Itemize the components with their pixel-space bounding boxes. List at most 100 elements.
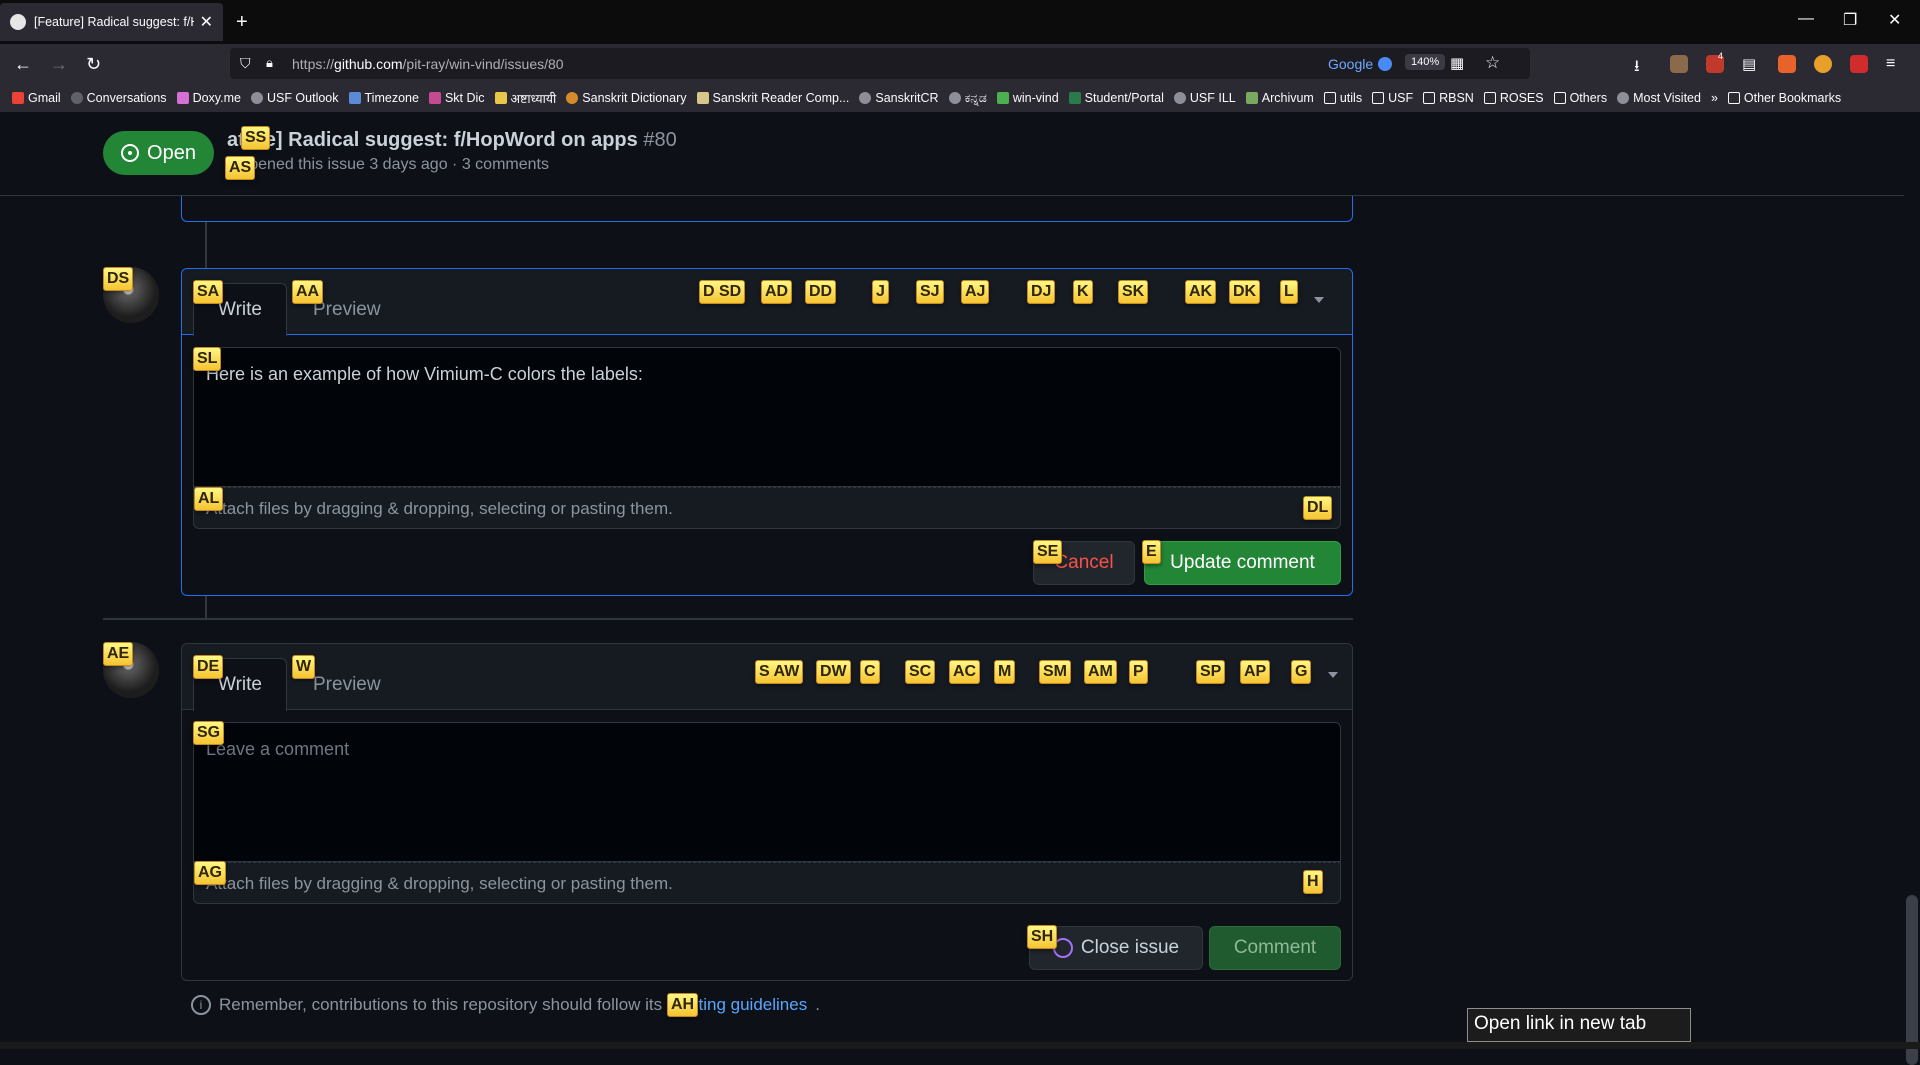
- menu-icon[interactable]: ≡: [1886, 55, 1904, 73]
- vimium-hint: SP: [1196, 660, 1226, 684]
- link-tooltip: Open link in new tab: [1467, 1008, 1691, 1042]
- issue-open-icon: [121, 144, 140, 162]
- bookmark-item[interactable]: SanskritCR: [859, 91, 939, 105]
- vimium-hint: M: [994, 660, 1016, 684]
- update-comment-button[interactable]: Update comment: [1144, 541, 1341, 585]
- bookmark-item[interactable]: Conversations: [70, 91, 167, 105]
- bookmark-folder[interactable]: ROSES: [1483, 91, 1544, 105]
- issue-state-label: Open: [147, 141, 196, 164]
- bookmarks-overflow-icon[interactable]: »: [1711, 91, 1718, 105]
- bookmark-item[interactable]: Archivum: [1245, 91, 1314, 105]
- bookmark-folder[interactable]: USF: [1372, 91, 1413, 105]
- restore-icon[interactable]: ❐: [1843, 10, 1857, 30]
- vimium-hint: P: [1129, 660, 1148, 684]
- bookmark-item[interactable]: USF ILL: [1173, 91, 1236, 105]
- vimium-hint: AJ: [961, 280, 990, 304]
- bookmark-item[interactable]: Doxy.me: [176, 91, 241, 105]
- window-close-icon[interactable]: ✕: [1888, 10, 1901, 30]
- bookmark-item[interactable]: अष्टाध्यायी: [494, 90, 556, 107]
- extension-vimium-icon[interactable]: [1850, 55, 1868, 73]
- vimium-hint: SG: [193, 721, 225, 745]
- bookmark-item[interactable]: Sanskrit Reader Comp...: [696, 91, 849, 105]
- vimium-hint: W: [292, 655, 316, 679]
- scrollbar-thumb[interactable]: [1906, 895, 1918, 1065]
- vimium-hint: DJ: [1027, 280, 1056, 304]
- vimium-hint: SL: [193, 347, 222, 371]
- bookmark-item[interactable]: Gmail: [12, 91, 61, 105]
- vimium-hint: AL: [194, 487, 224, 511]
- vimium-hint: AE: [103, 642, 134, 666]
- issue-state-badge: Open: [103, 131, 214, 175]
- vimium-hint: DK: [1229, 280, 1261, 304]
- bookmark-item[interactable]: Skt Dic: [428, 91, 485, 105]
- saved-replies-caret-icon[interactable]: [1314, 297, 1324, 303]
- vimium-hint: SK: [1118, 280, 1149, 304]
- vimium-hint: DS: [103, 267, 134, 291]
- tracking-shield-icon[interactable]: ⛉: [240, 55, 251, 72]
- bookmark-item[interactable]: USF Outlook: [250, 91, 339, 105]
- zoom-level[interactable]: 140%: [1405, 54, 1446, 70]
- extension-tampermonkey-icon[interactable]: [1814, 55, 1832, 73]
- bookmark-folder[interactable]: RBSN: [1423, 91, 1474, 105]
- new-comment-textarea[interactable]: Leave a comment: [193, 722, 1341, 862]
- search-engine-icon[interactable]: [1378, 57, 1392, 71]
- vimium-hint: H: [1303, 870, 1323, 894]
- new-comment-box: Write Preview Leave a comment Attach fil…: [181, 643, 1353, 981]
- vimium-hint: SE: [1033, 540, 1063, 564]
- vimium-hint: SS: [241, 126, 271, 150]
- url-bar[interactable]: ⛉ 🔒︎ https://github.com/pit-ray/win-vind…: [230, 48, 1530, 79]
- vimium-hint: DW: [816, 660, 851, 684]
- vimium-hint: AP: [1240, 660, 1271, 684]
- timeline-line: [205, 222, 207, 268]
- comment-button[interactable]: Comment: [1209, 926, 1341, 970]
- bookmark-item[interactable]: Student/Portal: [1068, 91, 1164, 105]
- vimium-hint: C: [860, 660, 880, 684]
- tab-preview[interactable]: Preview: [313, 299, 381, 321]
- bookmark-item[interactable]: ಕನ್ನಡ: [948, 91, 987, 106]
- bookmark-folder[interactable]: Most Visited: [1617, 91, 1701, 105]
- tab-preview[interactable]: Preview: [313, 674, 381, 696]
- minimize-icon[interactable]: —: [1798, 10, 1814, 28]
- extensions-icon[interactable]: ▤: [1742, 55, 1760, 73]
- attach-files-hint[interactable]: Attach files by dragging & dropping, sel…: [193, 487, 1341, 529]
- attach-files-hint[interactable]: Attach files by dragging & dropping, sel…: [193, 862, 1341, 904]
- bookmark-folder[interactable]: Other Bookmarks: [1727, 91, 1841, 105]
- vimium-hint: AK: [1185, 280, 1217, 304]
- close-issue-label: Close issue: [1080, 937, 1180, 958]
- bookmark-item[interactable]: win-vind: [996, 91, 1059, 105]
- bookmark-item[interactable]: Timezone: [348, 91, 419, 105]
- url-text[interactable]: https://github.com/pit-ray/win-vind/issu…: [292, 56, 564, 72]
- bookmark-folder[interactable]: Others: [1553, 91, 1607, 105]
- lock-icon[interactable]: 🔒︎: [266, 55, 273, 71]
- navigation-bar: ← → ↻ ⛉ 🔒︎ https://github.com/pit-ray/wi…: [0, 44, 1920, 84]
- info-icon: i: [191, 995, 211, 1015]
- timeline-separator: [103, 618, 1353, 620]
- vimium-hint: AS: [225, 156, 256, 180]
- forward-icon[interactable]: →: [50, 54, 68, 75]
- new-tab-button[interactable]: +: [236, 11, 248, 34]
- extension-icon[interactable]: [1670, 55, 1688, 73]
- tab-bar: [Feature] Radical suggest: f/HopWord on …: [0, 0, 1920, 44]
- browser-tab[interactable]: [Feature] Radical suggest: f/HopWord on …: [0, 3, 223, 41]
- downloads-icon[interactable]: ⭳: [1634, 55, 1652, 75]
- saved-replies-caret-icon[interactable]: [1328, 672, 1338, 678]
- bookmark-star-icon[interactable]: ☆: [1485, 53, 1500, 73]
- os-taskbar: [0, 1042, 1920, 1049]
- back-icon[interactable]: ←: [14, 54, 32, 75]
- edit-comment-box: Write Preview Here is an example of how …: [181, 268, 1353, 596]
- comment-textarea[interactable]: Here is an example of how Vimium-C color…: [193, 347, 1341, 487]
- vimium-hint: DL: [1303, 496, 1333, 520]
- vimium-hint: K: [1073, 280, 1093, 304]
- bookmark-item[interactable]: Sanskrit Dictionary: [566, 91, 687, 105]
- scrollbar[interactable]: [1904, 112, 1920, 1065]
- vimium-hint: S AW: [755, 660, 804, 684]
- issue-title: ature] Radical suggest: f/HopWord on app…: [227, 129, 677, 151]
- bookmark-folder[interactable]: utils: [1323, 91, 1362, 105]
- search-engine-label[interactable]: Google: [1328, 56, 1373, 72]
- reload-icon[interactable]: ↻: [86, 54, 101, 75]
- extension-link-icon[interactable]: [1778, 55, 1796, 73]
- vimium-hint: SM: [1039, 660, 1071, 684]
- tab-close-icon[interactable]: ✕: [200, 12, 213, 32]
- reader-view-icon[interactable]: ▦: [1450, 54, 1464, 72]
- vimium-hint: AA: [292, 280, 324, 304]
